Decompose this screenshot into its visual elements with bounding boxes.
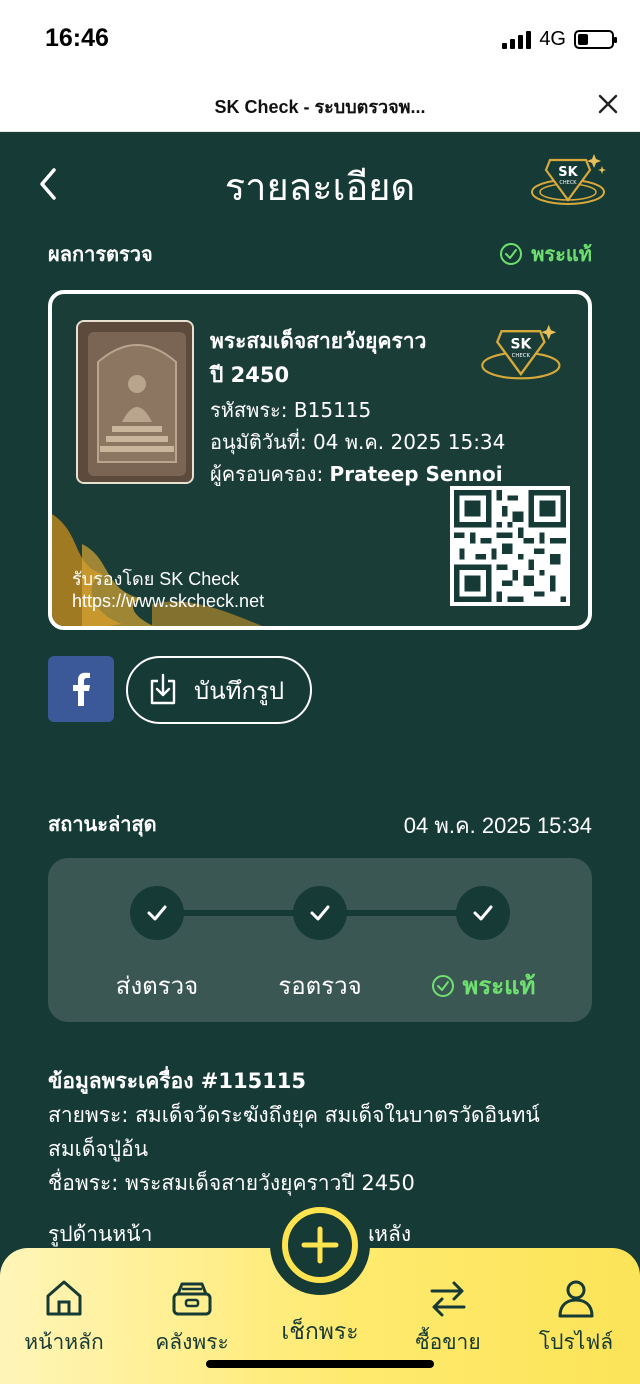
latest-status-date: 04 พ.ค. 2025 15:34 [403, 813, 592, 838]
status-time: 16:46 [45, 24, 109, 52]
result-label: ผลการตรวจ [48, 242, 153, 266]
plus-circle-icon [282, 1207, 358, 1283]
step-authentic-check-icon [456, 886, 510, 940]
status-bar: 16:46 4G [0, 0, 640, 80]
vault-box-icon [172, 1282, 212, 1316]
save-image-button[interactable]: บันทึกรูป [126, 656, 312, 724]
sk-check-logo: SK CHECK [481, 324, 561, 380]
status-indicators: 4G [502, 28, 617, 51]
nav-vault[interactable]: คลังพระ [128, 1276, 256, 1359]
nav-vault-label: คลังพระ [155, 1330, 229, 1354]
home-icon [46, 1280, 82, 1316]
qr-code [450, 486, 570, 606]
amulet-code-label: รหัสพระ: [210, 398, 288, 422]
facebook-icon [73, 672, 90, 706]
signal-icon [502, 30, 532, 49]
amulet-photo [76, 320, 194, 484]
nav-check-label[interactable]: เช็กพระ [250, 1314, 390, 1350]
user-icon [558, 1280, 594, 1318]
svg-text:CHECK: CHECK [512, 353, 531, 359]
amulet-lineage-line1: สายพระ: สมเด็จวัดระฆังถึงยุค สมเด็จในบาต… [48, 1103, 540, 1127]
front-image-label: รูปด้านหน้า [48, 1222, 153, 1246]
close-icon[interactable] [596, 92, 620, 116]
svg-text:SK: SK [510, 336, 532, 352]
certified-by: รับรองโดย SK Check [72, 569, 240, 589]
approved-date-label: อนุมัติวันที่: [210, 430, 307, 454]
home-indicator [206, 1360, 434, 1368]
amulet-title-line1: พระสมเด็จสายวังยุคราว [210, 329, 427, 353]
browser-bar: SK Check - ระบบตรวจพ... [0, 80, 640, 132]
amulet-info-title: ข้อมูลพระเครื่อง #115115 [48, 1069, 307, 1093]
amulet-lineage-line2: สมเด็จปู่อ้น [48, 1137, 149, 1161]
step-label-submitted: ส่งตรวจ [115, 972, 199, 1000]
nav-home-label: หน้าหลัก [24, 1330, 104, 1354]
network-type: 4G [539, 28, 566, 50]
svg-text:CHECK: CHECK [559, 180, 577, 186]
latest-status-label: สถานะล่าสุด [48, 812, 157, 836]
owner-label: ผู้ครอบครอง: [210, 462, 324, 486]
amulet-title: พระสมเด็จสายวังยุคราว ปี 2450 [210, 324, 470, 392]
check-circle-icon [431, 974, 454, 997]
result-badge: พระแท้ [499, 238, 592, 270]
amulet-title-line2: ปี 2450 [210, 363, 290, 387]
certified-url: https://www.skcheck.net [72, 591, 265, 611]
step-label-pending: รอตรวจ [278, 972, 362, 1000]
swap-arrows-icon [430, 1281, 466, 1317]
step-submitted-check-icon [130, 886, 184, 940]
approved-date-row: อนุมัติวันที่: 04 พ.ค. 2025 15:34 [210, 426, 505, 458]
check-circle-icon [500, 243, 523, 265]
amulet-code-row: รหัสพระ: B15115 [210, 394, 371, 426]
step-label-authentic-text: พระแท้ [462, 972, 536, 1000]
certificate-card: พระสมเด็จสายวังยุคราว ปี 2450 SK CHECK ร… [48, 290, 592, 630]
owner-value: Prateep Sennoi [329, 462, 503, 486]
browser-title: SK Check - ระบบตรวจพ... [214, 97, 426, 117]
approved-date-value: 04 พ.ค. 2025 15:34 [313, 430, 506, 454]
battery-icon [574, 30, 617, 49]
amulet-code-value: B15115 [293, 398, 372, 422]
svg-text:SK: SK [558, 165, 578, 180]
step-label-authentic: พระแท้ [403, 966, 563, 1005]
nav-profile-label: โปรไฟล์ [538, 1330, 614, 1354]
save-image-label: บันทึกรูป [194, 676, 285, 705]
nav-profile[interactable]: โปรไฟล์ [512, 1276, 640, 1359]
progress-tracker: ส่งตรวจ รอตรวจ พระแท้ [48, 858, 592, 1022]
nav-trade[interactable]: ซื้อขาย [384, 1276, 512, 1359]
amulet-info: ข้อมูลพระเครื่อง #115115 สายพระ: สมเด็จว… [48, 1064, 608, 1200]
result-badge-text: พระแท้ [531, 242, 592, 266]
facebook-share-button[interactable] [48, 656, 114, 722]
download-icon [150, 673, 176, 705]
sk-check-logo: SK CHECK [531, 154, 606, 205]
certification-note: รับรองโดย SK Check https://www.skcheck.n… [72, 568, 264, 612]
nav-home[interactable]: หน้าหลัก [0, 1276, 128, 1359]
nav-trade-label: ซื้อขาย [415, 1330, 481, 1354]
step-pending-check-icon [293, 886, 347, 940]
check-amulet-fab[interactable] [270, 1195, 370, 1295]
